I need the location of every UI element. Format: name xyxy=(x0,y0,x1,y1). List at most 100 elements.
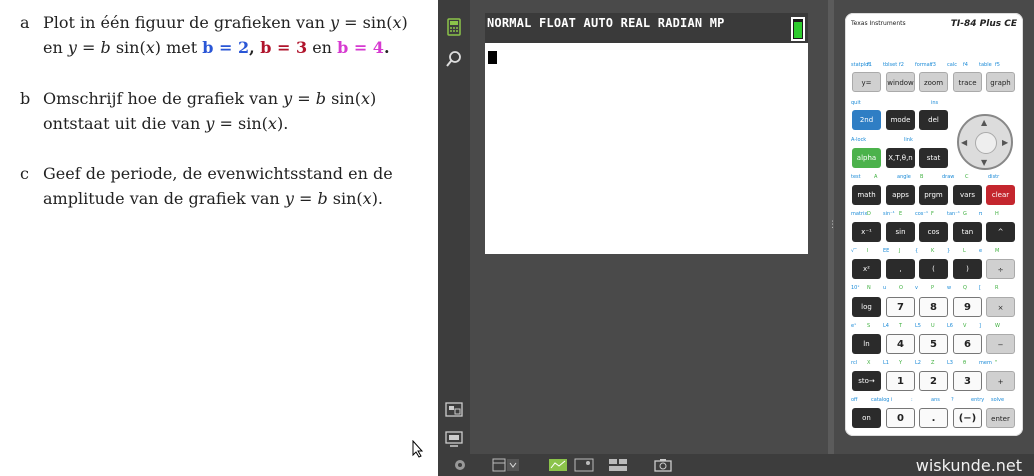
calculator-screen[interactable]: NORMAL FLOAT AUTO REAL RADIAN MP xyxy=(485,13,808,254)
key-symbol[interactable]: × xyxy=(986,297,1015,317)
watermark: wiskunde.net xyxy=(878,456,1034,476)
status-text: NORMAL FLOAT AUTO REAL RADIAN MP xyxy=(487,16,725,30)
key-stat[interactable]: stat xyxy=(919,148,948,168)
key-3[interactable]: 3 xyxy=(953,371,982,391)
key-secondary-label: link xyxy=(904,137,913,143)
up-arrow-icon[interactable]: ▲ xyxy=(981,118,987,127)
key-enter[interactable]: enter xyxy=(986,408,1015,428)
screenshot-tool-icon[interactable] xyxy=(445,401,463,419)
key-0[interactable]: 0 xyxy=(886,408,915,428)
key-secondary-label: rcl xyxy=(851,360,858,366)
key-secondary-label: i xyxy=(891,397,893,403)
key-secondary-label: L4 xyxy=(883,323,889,329)
key-secondary-label: √‾ xyxy=(851,248,857,254)
key-secondary-label: tan⁻¹ xyxy=(947,211,960,217)
key-secondary-label: D xyxy=(867,211,871,217)
key-9[interactable]: 9 xyxy=(953,297,982,317)
key-secondary-label: K xyxy=(931,248,935,254)
key-secondary-label: solve xyxy=(991,397,1005,403)
settings-icon[interactable] xyxy=(452,458,468,472)
key-graph[interactable]: graph xyxy=(986,72,1015,92)
key-symbol[interactable]: . xyxy=(919,408,948,428)
key-log[interactable]: log xyxy=(852,297,881,317)
key-secondary-label: N xyxy=(867,285,871,291)
key-ln[interactable]: ln xyxy=(852,334,881,354)
key-secondary-label: ? xyxy=(951,397,954,403)
key-6[interactable]: 6 xyxy=(953,334,982,354)
key-secondary-label: mem xyxy=(979,360,992,366)
key-y[interactable]: y= xyxy=(852,72,881,92)
key-1[interactable]: 1 xyxy=(886,371,915,391)
key-secondary-label: U xyxy=(931,323,935,329)
key-x[interactable]: x⁻¹ xyxy=(852,222,881,242)
key-secondary-label: calc xyxy=(947,62,957,68)
camera-icon[interactable] xyxy=(654,458,672,472)
key-symbol[interactable]: (−) xyxy=(953,408,982,428)
arrow-pad[interactable]: ▲ ▼ ◀ ▶ xyxy=(957,114,1013,170)
key-sto[interactable]: sto→ xyxy=(852,371,881,391)
key-4[interactable]: 4 xyxy=(886,334,915,354)
search-icon[interactable] xyxy=(445,50,463,68)
graph-icon[interactable] xyxy=(548,458,568,472)
key-cos[interactable]: cos xyxy=(919,222,948,242)
key-symbol[interactable]: ^ xyxy=(986,222,1015,242)
calculator-icon[interactable] xyxy=(445,18,463,36)
keypad-dropdown-icon[interactable] xyxy=(492,458,520,472)
key-symbol[interactable]: ÷ xyxy=(986,259,1015,279)
key-secondary-label: I xyxy=(867,248,869,254)
key-apps[interactable]: apps xyxy=(886,185,915,205)
battery-icon xyxy=(791,17,805,41)
key-secondary-label: f2 xyxy=(899,62,904,68)
key-clear[interactable]: clear xyxy=(986,185,1015,205)
key-del[interactable]: del xyxy=(919,110,948,130)
key-secondary-label: f4 xyxy=(963,62,968,68)
key-window[interactable]: window xyxy=(886,72,915,92)
key-secondary-label: angle xyxy=(897,174,911,180)
right-arrow-icon[interactable]: ▶ xyxy=(1002,138,1008,147)
left-arrow-icon[interactable]: ◀ xyxy=(961,138,967,147)
key-2nd[interactable]: 2nd xyxy=(852,110,881,130)
key-trace[interactable]: trace xyxy=(953,72,982,92)
key-on[interactable]: on xyxy=(852,408,881,428)
key-secondary-label: Q xyxy=(963,285,967,291)
brand-label: Texas Instruments xyxy=(851,20,906,27)
key-zoom[interactable]: zoom xyxy=(919,72,948,92)
layout-icon[interactable] xyxy=(608,458,628,472)
key-symbol[interactable]: ( xyxy=(919,259,948,279)
key-symbol[interactable]: + xyxy=(986,371,1015,391)
down-arrow-icon[interactable]: ▼ xyxy=(981,158,987,167)
key-2[interactable]: 2 xyxy=(919,371,948,391)
key-8[interactable]: 8 xyxy=(919,297,948,317)
key-secondary-label: matrix xyxy=(851,211,868,217)
key-secondary-label: tblset xyxy=(883,62,898,68)
key-secondary-label: θ xyxy=(963,360,967,366)
key-mode[interactable]: mode xyxy=(886,110,915,130)
key-secondary-label: E xyxy=(899,211,903,217)
display-tool-icon[interactable] xyxy=(445,430,463,448)
key-secondary-label: L5 xyxy=(915,323,921,329)
key-secondary-label: f5 xyxy=(995,62,1000,68)
calculator-header: Texas Instruments TI-84 Plus CE xyxy=(851,18,1017,32)
key-x[interactable]: x² xyxy=(852,259,881,279)
key-secondary-label: X xyxy=(867,360,871,366)
key-symbol[interactable]: − xyxy=(986,334,1015,354)
key-XTn[interactable]: X,T,θ,n xyxy=(886,148,915,168)
key-symbol[interactable]: , xyxy=(886,259,915,279)
key-alpha[interactable]: alpha xyxy=(852,148,881,168)
key-symbol[interactable]: ) xyxy=(953,259,982,279)
key-7[interactable]: 7 xyxy=(886,297,915,317)
key-secondary-label: Z xyxy=(931,360,935,366)
key-sin[interactable]: sin xyxy=(886,222,915,242)
key-5[interactable]: 5 xyxy=(919,334,948,354)
key-vars[interactable]: vars xyxy=(953,185,982,205)
arrow-pad-center xyxy=(975,132,997,154)
tool-sidebar xyxy=(438,0,470,476)
value-b4: b = 4 xyxy=(337,38,384,57)
key-secondary-label: L6 xyxy=(947,323,953,329)
key-secondary-label: ins xyxy=(931,100,939,106)
key-math[interactable]: math xyxy=(852,185,881,205)
model-label: TI-84 Plus CE xyxy=(950,19,1017,29)
key-tan[interactable]: tan xyxy=(953,222,982,242)
key-prgm[interactable]: prgm xyxy=(919,185,948,205)
image-icon[interactable] xyxy=(574,458,594,472)
